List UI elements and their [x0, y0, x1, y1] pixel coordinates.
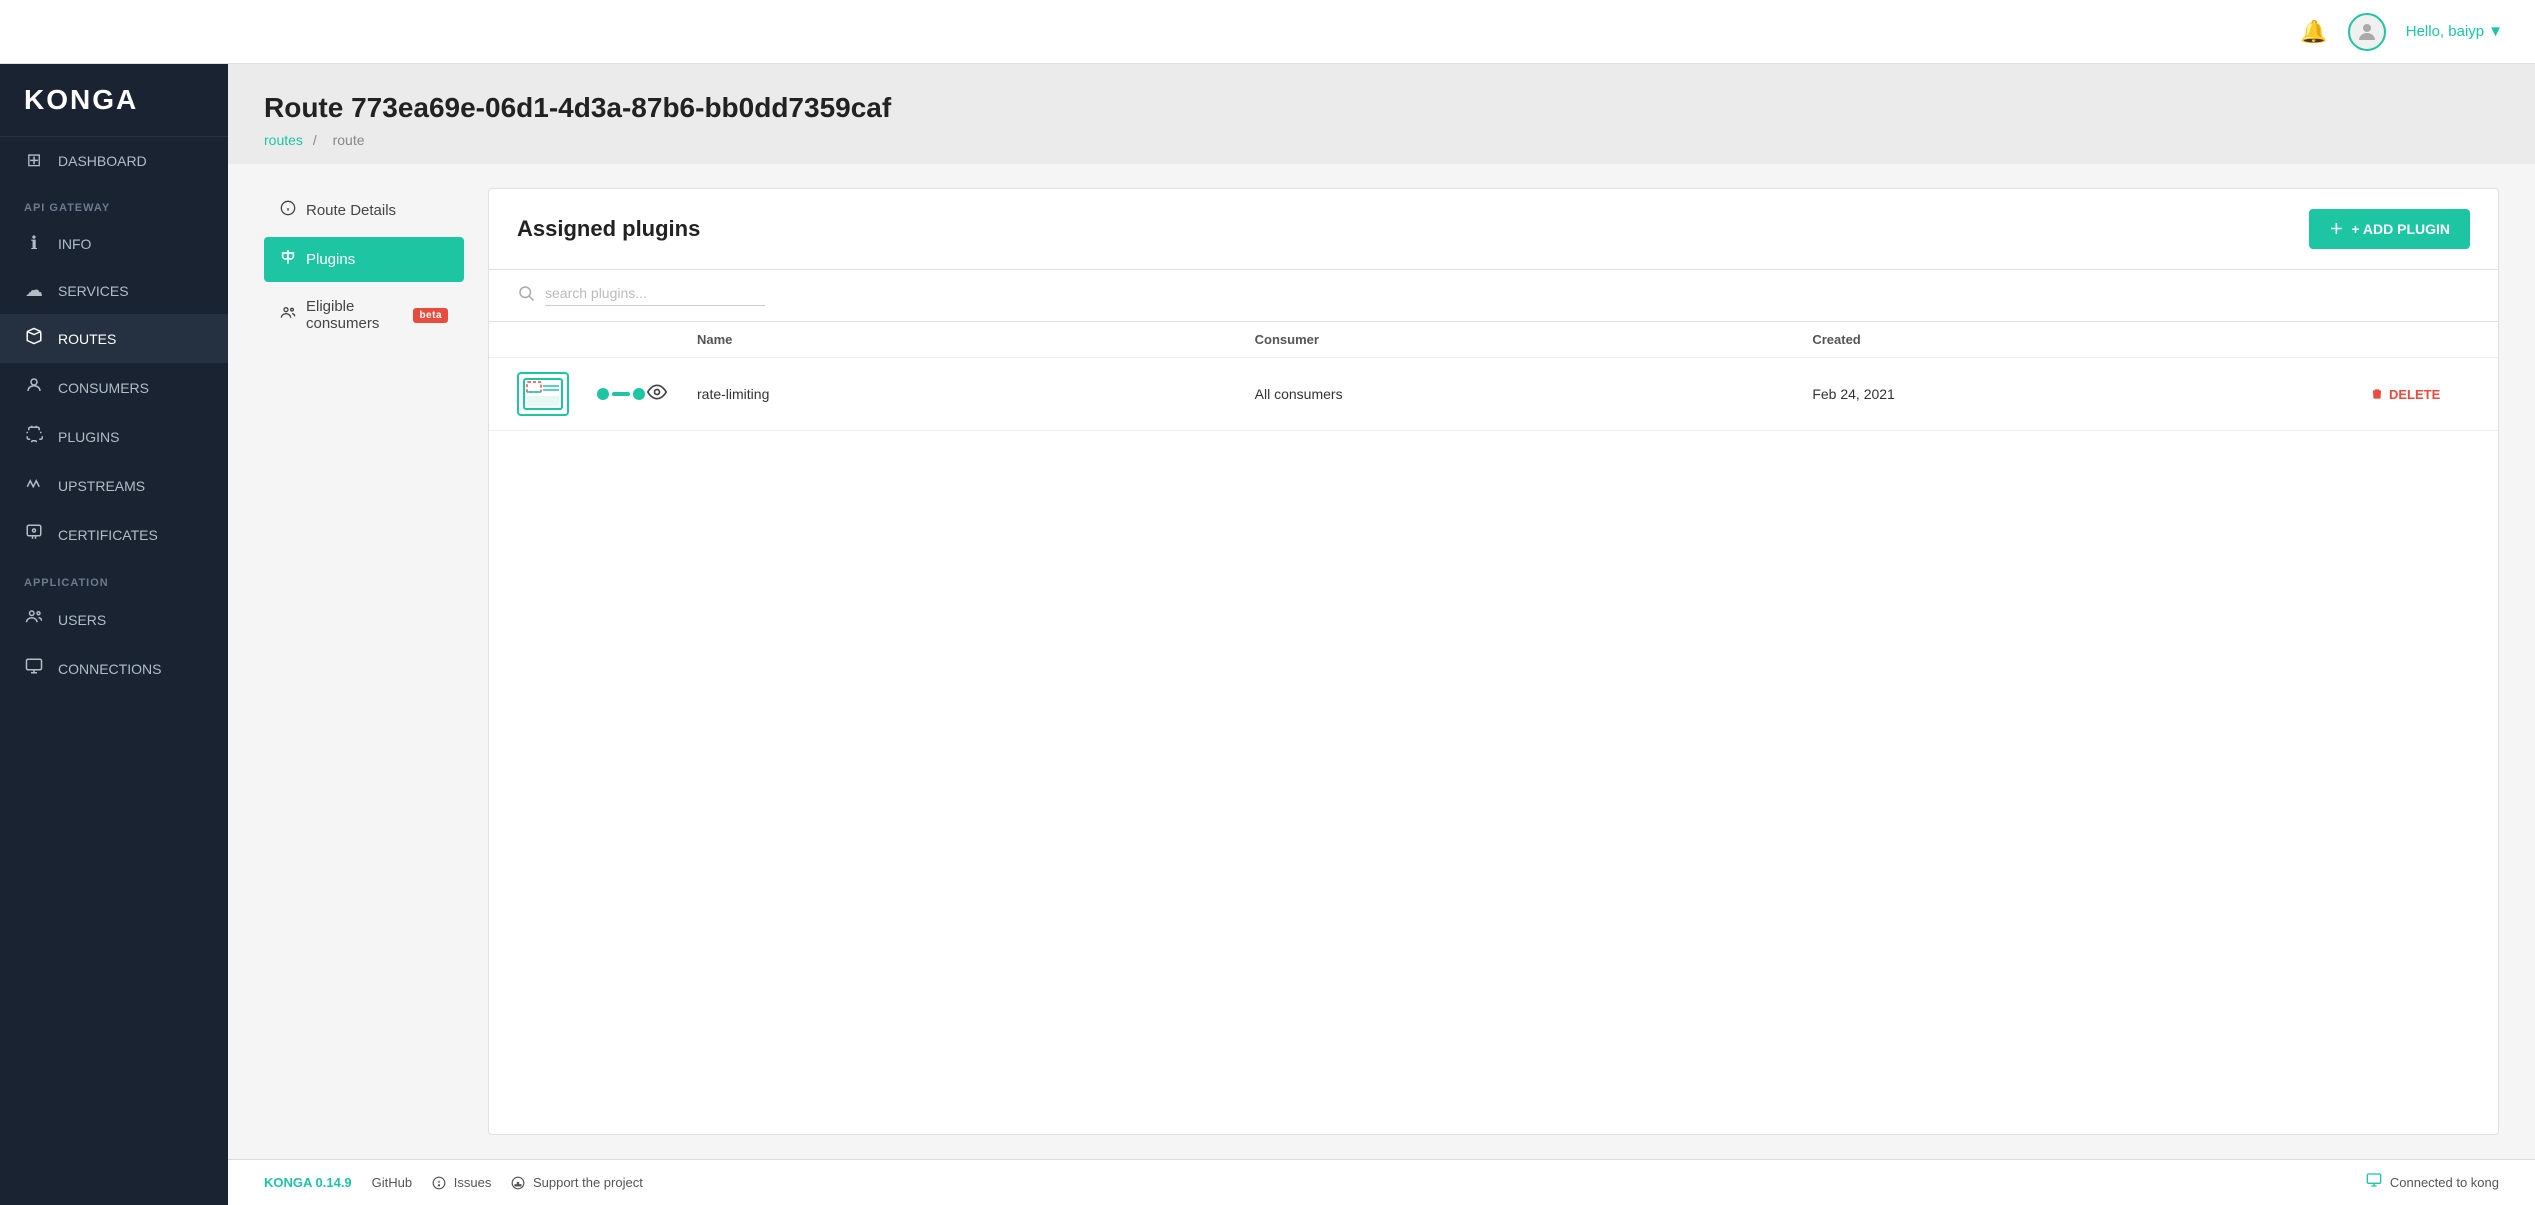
sidebar: KONGA ⊞ DASHBOARD API GATEWAY ℹ INFO ☁ S… — [0, 64, 228, 1205]
certificates-icon — [24, 523, 44, 546]
footer-support-link[interactable]: Support the project — [511, 1175, 642, 1191]
search-icon — [517, 284, 535, 307]
routes-icon — [24, 327, 44, 350]
info-icon: ℹ — [24, 233, 44, 254]
sidebar-item-users[interactable]: USERS — [0, 595, 228, 644]
sidebar-item-connections[interactable]: CONNECTIONS — [0, 644, 228, 693]
footer-version: KONGA 0.14.9 — [264, 1175, 352, 1190]
breadcrumb-routes-link[interactable]: routes — [264, 132, 303, 148]
sidebar-item-certificates[interactable]: CERTIFICATES — [0, 510, 228, 559]
plugins-icon — [24, 425, 44, 448]
users-icon — [24, 608, 44, 631]
search-bar — [489, 270, 2498, 322]
breadcrumb-separator: / — [313, 132, 321, 148]
app-logo: KONGA — [0, 64, 228, 137]
consumers-nav-icon — [280, 305, 296, 326]
bell-icon[interactable]: 🔔 — [2300, 19, 2327, 45]
delete-button[interactable]: DELETE — [2370, 387, 2470, 402]
left-nav: Route Details Plugins Eligible consumers… — [264, 188, 464, 1135]
panel-title: Assigned plugins — [517, 216, 700, 242]
nav-item-eligible-consumers[interactable]: Eligible consumers beta — [264, 286, 464, 344]
footer: KONGA 0.14.9 GitHub Issues Support the p… — [228, 1159, 2535, 1205]
section-application: APPLICATION — [0, 559, 228, 595]
footer-github-link[interactable]: GitHub — [372, 1175, 412, 1190]
footer-left: KONGA 0.14.9 GitHub Issues Support the p… — [264, 1175, 643, 1191]
footer-issues-link[interactable]: Issues — [432, 1175, 491, 1191]
sidebar-item-plugins[interactable]: PLUGINS — [0, 412, 228, 461]
connections-icon — [24, 657, 44, 680]
toggle-control[interactable] — [597, 388, 647, 400]
col-consumer-header: Consumer — [1255, 332, 1813, 347]
dashboard-icon: ⊞ — [24, 150, 44, 171]
view-icon[interactable] — [647, 382, 697, 407]
add-plugin-plus-icon: ＋ — [2329, 219, 2343, 239]
sidebar-item-consumers[interactable]: CONSUMERS — [0, 363, 228, 412]
sidebar-item-routes[interactable]: ROUTES — [0, 314, 228, 363]
main-content: Route 773ea69e-06d1-4d3a-87b6-bb0dd7359c… — [228, 64, 2535, 1205]
table-row: rate-limiting All consumers Feb 24, 2021… — [489, 358, 2498, 431]
page-header: Route 773ea69e-06d1-4d3a-87b6-bb0dd7359c… — [228, 64, 2535, 164]
plugin-consumer: All consumers — [1255, 386, 1813, 402]
breadcrumb-current: route — [333, 132, 365, 148]
search-input[interactable] — [545, 285, 765, 306]
layout: KONGA ⊞ DASHBOARD API GATEWAY ℹ INFO ☁ S… — [0, 64, 2535, 1205]
col-name-header: Name — [697, 332, 1255, 347]
breadcrumb: routes / route — [264, 132, 2499, 148]
avatar — [2348, 13, 2386, 51]
add-plugin-button[interactable]: ＋ + ADD PLUGIN — [2309, 209, 2470, 249]
col-created-header: Created — [1812, 332, 2370, 347]
sidebar-item-upstreams[interactable]: UPSTREAMS — [0, 461, 228, 510]
footer-right: Connected to kong — [2366, 1172, 2499, 1193]
plugins-table: Name Consumer Created — [489, 322, 2498, 1134]
nav-item-route-details[interactable]: Route Details — [264, 188, 464, 233]
hello-user[interactable]: Hello, baiyp▼ — [2406, 23, 2503, 40]
panel-header: Assigned plugins ＋ + ADD PLUGIN — [489, 189, 2498, 270]
sidebar-item-info[interactable]: ℹ INFO — [0, 220, 228, 267]
cloud-icon: ☁ — [24, 280, 44, 301]
info-nav-icon — [280, 200, 296, 221]
plug-nav-icon — [280, 249, 296, 270]
connected-icon — [2366, 1172, 2382, 1193]
plugin-name: rate-limiting — [697, 386, 1255, 402]
sidebar-item-services[interactable]: ☁ SERVICES — [0, 267, 228, 314]
connected-text: Connected to kong — [2390, 1175, 2499, 1190]
right-panel: Assigned plugins ＋ + ADD PLUGIN — [488, 188, 2499, 1135]
page-title: Route 773ea69e-06d1-4d3a-87b6-bb0dd7359c… — [264, 92, 2499, 124]
beta-badge: beta — [413, 308, 448, 323]
topbar: 🔔 Hello, baiyp▼ — [0, 0, 2535, 64]
upstreams-icon — [24, 474, 44, 497]
sidebar-item-dashboard[interactable]: ⊞ DASHBOARD — [0, 137, 228, 184]
nav-item-plugins[interactable]: Plugins — [264, 237, 464, 282]
content-area: Route Details Plugins Eligible consumers… — [228, 164, 2535, 1159]
section-api-gateway: API GATEWAY — [0, 184, 228, 220]
table-header: Name Consumer Created — [489, 322, 2498, 358]
consumers-icon — [24, 376, 44, 399]
plugin-icon — [517, 372, 569, 416]
topbar-right: 🔔 Hello, baiyp▼ — [2300, 13, 2503, 51]
plugin-created: Feb 24, 2021 — [1812, 386, 2370, 402]
